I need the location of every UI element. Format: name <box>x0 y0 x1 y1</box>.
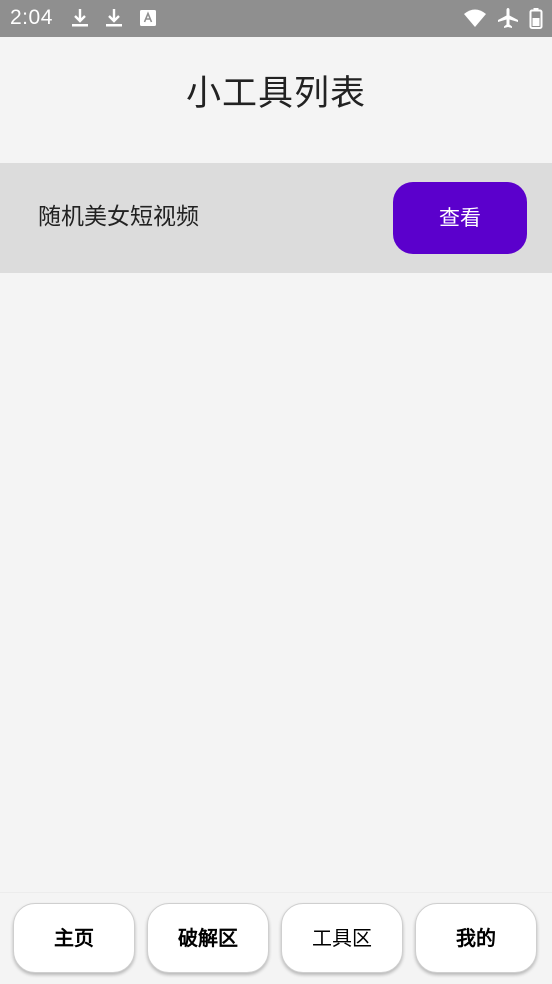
download-icon <box>106 9 122 27</box>
keyboard-a-icon <box>140 10 156 26</box>
nav-mine-button[interactable]: 我的 <box>415 903 537 973</box>
list-item: 随机美女短视频 查看 <box>0 163 552 273</box>
header: 小工具列表 <box>0 37 552 163</box>
tool-name-label: 随机美女短视频 <box>38 204 199 230</box>
status-time: 2:04 <box>10 6 53 29</box>
airplane-icon <box>498 8 518 28</box>
bottom-nav: 主页 破解区 工具区 我的 <box>0 892 552 984</box>
nav-crack-zone-button[interactable]: 破解区 <box>147 903 269 973</box>
view-button[interactable]: 查看 <box>393 182 527 254</box>
battery-icon <box>529 8 543 29</box>
page-title: 小工具列表 <box>185 74 366 114</box>
download-icon <box>72 9 88 27</box>
nav-tool-zone-button[interactable]: 工具区 <box>281 903 403 973</box>
nav-home-button[interactable]: 主页 <box>13 903 135 973</box>
wifi-icon <box>464 9 486 27</box>
status-bar: 2:04 <box>0 0 552 37</box>
